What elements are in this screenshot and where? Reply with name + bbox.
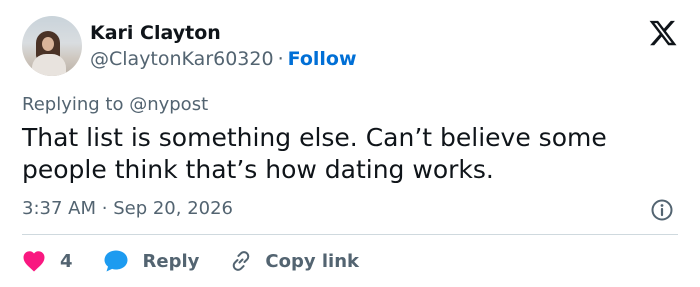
author-name[interactable]: Kari Clayton: [90, 22, 221, 44]
heart-icon: [23, 251, 45, 272]
tweet-text: That list is something else. Can’t belie…: [22, 123, 607, 184]
follow-button[interactable]: Follow: [288, 48, 357, 70]
divider: [22, 234, 678, 235]
tweet-date: Sep 20, 2026: [113, 198, 234, 219]
link-icon: [233, 251, 250, 271]
like-count: 4: [60, 250, 73, 272]
copy-link-label: Copy link: [265, 250, 359, 272]
copy-link-button[interactable]: Copy link: [229, 249, 359, 273]
separator-dot: ·: [277, 48, 284, 70]
like-button[interactable]: 4: [22, 250, 73, 272]
x-logo-icon[interactable]: [648, 18, 678, 48]
speech-bubble-icon: [104, 250, 128, 272]
separator-dot: ·: [101, 198, 108, 219]
avatar-body: [32, 54, 66, 76]
author-handle[interactable]: @ClaytonKar60320: [90, 48, 274, 70]
reply-button[interactable]: Reply: [103, 249, 200, 273]
replying-to: Replying to @nypost: [22, 94, 209, 115]
tweet-timestamp[interactable]: 3:37 AM · Sep 20, 2026: [22, 198, 233, 219]
info-icon[interactable]: [650, 198, 674, 222]
avatar-face: [42, 37, 54, 51]
avatar[interactable]: [22, 16, 82, 76]
action-bar: 4 Reply Copy link: [22, 246, 359, 276]
tweet-time: 3:37 AM: [22, 198, 96, 219]
reply-label: Reply: [142, 250, 200, 272]
author-handle-row: @ClaytonKar60320 · Follow: [90, 48, 357, 70]
